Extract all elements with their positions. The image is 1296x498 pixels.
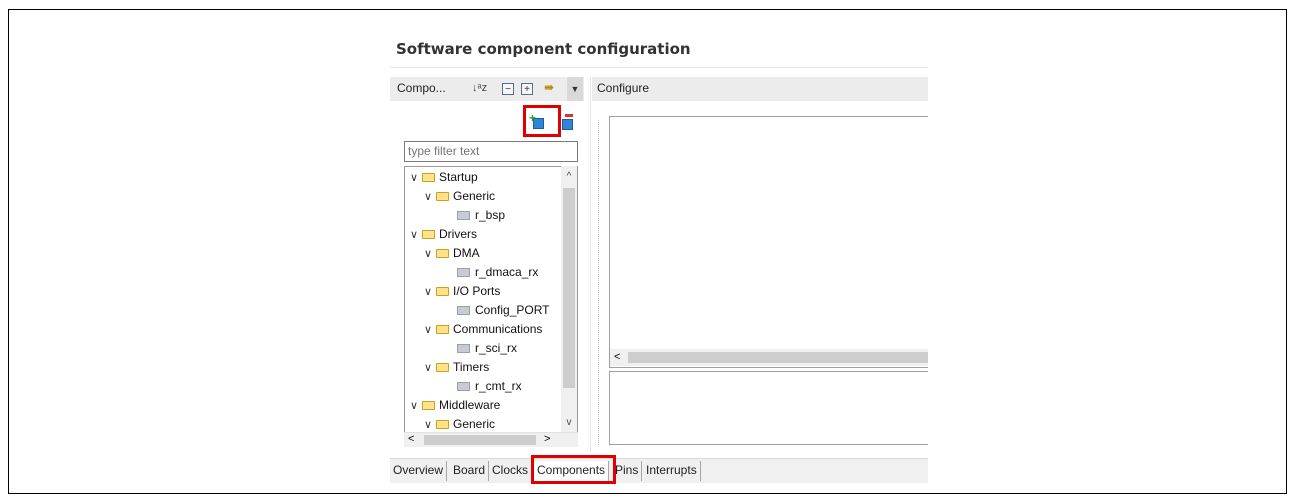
remove-component-button[interactable]	[561, 114, 575, 130]
filter-input[interactable]	[408, 144, 576, 158]
folder-icon	[422, 401, 435, 410]
tab-clocks[interactable]: Clocks	[489, 461, 533, 481]
scroll-left-icon[interactable]: <	[614, 350, 620, 364]
sort-alpha-icon[interactable]: ↓ᵃz	[472, 81, 487, 95]
components-panel-label: Compo...	[397, 81, 446, 95]
chevron-down-icon[interactable]: ∨	[410, 169, 422, 188]
folder-icon	[436, 249, 449, 258]
tree-item[interactable]: ∨ I/O Ports	[424, 282, 500, 301]
dotted-guide	[598, 120, 600, 445]
scrollbar-thumb[interactable]	[424, 435, 536, 445]
tree-item[interactable]: r_cmt_rx	[457, 377, 522, 396]
tab-interrupts[interactable]: Interrupts	[643, 461, 701, 481]
expand-all-icon[interactable]: +	[521, 83, 533, 95]
scroll-left-icon[interactable]: <	[408, 433, 414, 446]
scroll-down-icon[interactable]: v	[561, 416, 577, 430]
description-area	[609, 371, 928, 445]
collapse-all-icon[interactable]: −	[502, 83, 514, 95]
tree-horizontal-scrollbar[interactable]: < >	[404, 432, 578, 447]
page-title: Software component configuration	[396, 40, 691, 58]
configure-panel-label: Configure	[597, 81, 650, 95]
tree-item[interactable]: r_bsp	[457, 206, 505, 225]
configure-panel-header: Configure	[592, 77, 928, 101]
chevron-down-icon[interactable]: ∨	[410, 226, 422, 245]
tree-item[interactable]: ∨ Startup	[410, 168, 478, 187]
scroll-up-icon[interactable]: ^	[561, 170, 577, 184]
tree-item[interactable]: ∨ Communications	[424, 320, 542, 339]
component-icon	[457, 268, 470, 277]
chevron-down-icon[interactable]: ∨	[424, 188, 436, 207]
folder-icon	[436, 420, 449, 429]
chevron-down-icon[interactable]: ∨	[424, 359, 436, 378]
panel-splitter[interactable]	[587, 77, 591, 452]
chevron-down-icon[interactable]: ∨	[424, 321, 436, 340]
component-icon	[457, 306, 470, 315]
folder-icon	[436, 363, 449, 372]
tree-item[interactable]: ∨ Drivers	[410, 225, 477, 244]
remove-component-icon	[562, 119, 573, 130]
components-panel-header: Compo... ↓ᵃz − + ⇛	[390, 77, 584, 101]
tab-overview[interactable]: Overview	[390, 461, 448, 481]
component-icon	[457, 211, 470, 220]
scrollbar-thumb[interactable]	[563, 188, 575, 388]
tree-vertical-scrollbar[interactable]: ^ v	[561, 166, 577, 432]
view-menu-icon[interactable]: ▼	[567, 77, 583, 101]
folder-icon	[436, 192, 449, 201]
tree-item[interactable]: ∨ DMA	[424, 244, 480, 263]
folder-icon	[422, 230, 435, 239]
component-icon	[457, 382, 470, 391]
tree-item[interactable]: ∨ Middleware	[410, 396, 500, 415]
tree-item[interactable]: Config_PORT	[457, 301, 549, 320]
chevron-down-icon[interactable]: ∨	[424, 283, 436, 302]
tree-item[interactable]: r_sci_rx	[457, 339, 517, 358]
component-tree: ∨ Startup ∨ Generic r_bsp ∨ Drivers ∨ DMA r_…	[404, 166, 578, 447]
configure-horizontal-scrollbar[interactable]: <	[610, 349, 928, 366]
add-component-highlight	[523, 105, 561, 137]
folder-icon	[422, 173, 435, 182]
tree-item[interactable]: ∨ Generic	[424, 187, 495, 206]
configure-area	[609, 116, 928, 368]
chevron-down-icon[interactable]: ∨	[410, 397, 422, 416]
tree-item[interactable]: ∨ Timers	[424, 358, 489, 377]
chevron-down-icon[interactable]: ∨	[424, 245, 436, 264]
folder-icon	[436, 287, 449, 296]
tab-pins[interactable]: Pins	[612, 461, 643, 481]
tree-item[interactable]: r_dmaca_rx	[457, 263, 538, 282]
scrollbar-thumb[interactable]	[628, 352, 928, 363]
component-icon	[457, 344, 470, 353]
filter-field[interactable]	[404, 141, 578, 162]
tab-board[interactable]: Board	[450, 461, 490, 481]
folder-icon	[436, 325, 449, 334]
title-separator	[390, 67, 928, 68]
link-icon[interactable]: ⇛	[542, 81, 556, 95]
components-tab-highlight	[531, 455, 616, 484]
scroll-right-icon[interactable]: >	[544, 433, 550, 446]
